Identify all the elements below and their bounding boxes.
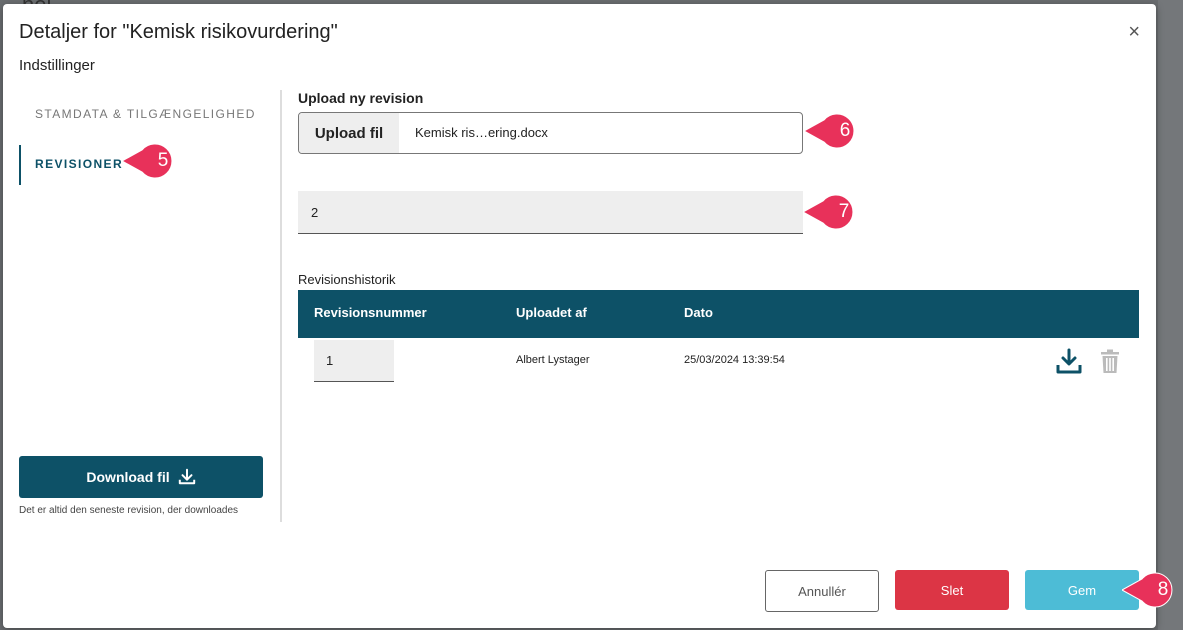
download-revision-icon[interactable] bbox=[1056, 348, 1082, 374]
column-header-date: Dato bbox=[684, 305, 713, 320]
callout-number: 6 bbox=[839, 120, 851, 141]
settings-title: Indstillinger bbox=[19, 57, 95, 74]
close-icon[interactable]: × bbox=[1128, 22, 1140, 42]
background-app-edge bbox=[1158, 0, 1183, 630]
download-note: Det er altid den seneste revision, der d… bbox=[19, 505, 239, 516]
download-file-button[interactable]: Download fil bbox=[19, 456, 263, 498]
table-header: Revisionsnummer Uploadet af Dato bbox=[298, 290, 1139, 338]
revision-number-cell[interactable]: 1 bbox=[314, 340, 394, 382]
sidebar-divider bbox=[280, 90, 282, 522]
callout-marker-7: 7 bbox=[803, 193, 863, 231]
modal-title: Detaljer for "Kemisk risikovurdering" bbox=[19, 21, 338, 43]
date-cell: 25/03/2024 13:39:54 bbox=[684, 354, 785, 366]
callout-number: 5 bbox=[157, 150, 169, 171]
download-button-label: Download fil bbox=[86, 469, 170, 485]
callout-marker-6: 6 bbox=[804, 112, 864, 150]
table-row: 1 Albert Lystager 25/03/2024 13:39:54 bbox=[298, 338, 1139, 386]
uploaded-by-cell: Albert Lystager bbox=[516, 354, 590, 366]
upload-file-button[interactable]: Upload fil bbox=[299, 113, 399, 153]
callout-marker-5: 5 bbox=[122, 142, 182, 180]
revision-number-input[interactable] bbox=[298, 191, 804, 233]
revision-number-value: 1 bbox=[326, 353, 334, 368]
revision-history-label: Revisionshistorik bbox=[298, 272, 396, 287]
delete-button[interactable]: Slet bbox=[895, 570, 1009, 610]
column-header-uploaded-by: Uploadet af bbox=[516, 305, 587, 320]
upload-label: Upload ny revision bbox=[298, 90, 424, 106]
callout-marker-8: 8 bbox=[1122, 571, 1182, 609]
sidebar-item-label: REVISIONER bbox=[35, 157, 124, 171]
download-icon bbox=[178, 468, 195, 485]
file-upload-input[interactable]: Upload fil Kemisk ris…ering.docx bbox=[298, 112, 803, 154]
sidebar-item-stamdata[interactable]: STAMDATA & TILGÆNGELIGHED bbox=[35, 107, 256, 121]
trash-icon[interactable] bbox=[1099, 349, 1121, 374]
column-header-revision: Revisionsnummer bbox=[314, 305, 427, 320]
sidebar-item-revisioner[interactable]: REVISIONER bbox=[19, 145, 124, 185]
revision-number-field[interactable] bbox=[298, 191, 804, 234]
details-modal: Detaljer for "Kemisk risikovurdering" × … bbox=[3, 4, 1156, 628]
selected-file-name: Kemisk ris…ering.docx bbox=[415, 125, 548, 140]
callout-number: 8 bbox=[1157, 579, 1169, 600]
cancel-button[interactable]: Annullér bbox=[765, 570, 879, 612]
callout-number: 7 bbox=[838, 201, 850, 222]
